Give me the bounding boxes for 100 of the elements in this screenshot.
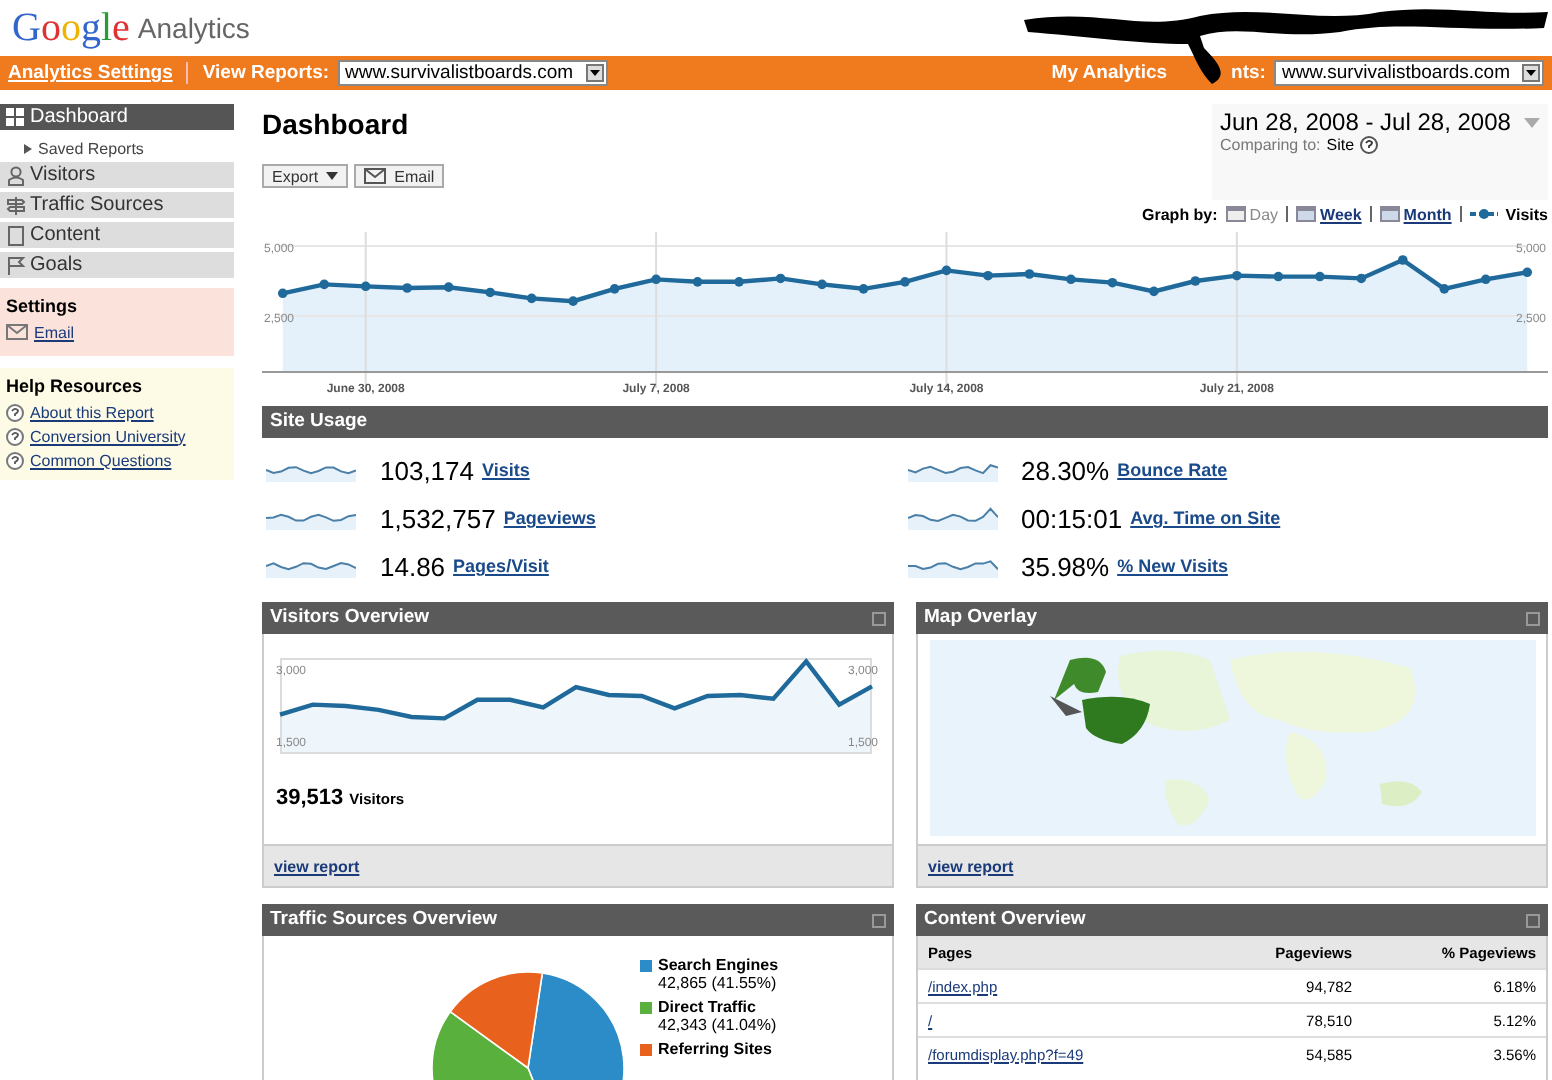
point [1439, 284, 1450, 294]
point [692, 277, 703, 287]
metric-link[interactable]: % New Visits [1117, 556, 1228, 576]
envelope-icon [364, 168, 387, 184]
export-button[interactable]: Export [262, 164, 349, 188]
metric-link[interactable]: Pages/Visit [453, 556, 549, 576]
graph-option[interactable]: Month [1379, 205, 1452, 223]
page-title: Dashboard [262, 108, 411, 140]
graph-option[interactable]: Day [1225, 205, 1279, 223]
panel-title: Traffic Sources Overview [270, 906, 498, 934]
close-icon[interactable] [872, 611, 886, 625]
email-link[interactable]: Email [34, 323, 75, 341]
point [775, 273, 786, 284]
help-title: Help Resources [6, 376, 145, 396]
point [1066, 274, 1076, 285]
point [1232, 270, 1242, 281]
metric-link[interactable]: Pageviews [503, 508, 596, 528]
calendar-icon [1296, 206, 1317, 222]
google-logo: Google [12, 5, 130, 51]
metric-value: 14.86 [380, 551, 446, 581]
help-link[interactable]: Common Questions [30, 451, 172, 469]
point [1315, 271, 1325, 282]
close-icon[interactable] [1526, 611, 1540, 625]
metric-link[interactable]: Avg. Time on Site [1130, 508, 1281, 528]
help-link[interactable]: Conversion University [30, 427, 186, 445]
point [1398, 255, 1408, 265]
metric-value: 103,174 [380, 455, 474, 485]
view-report-link[interactable]: view report [928, 858, 1014, 876]
legend-label: Direct Traffic [658, 998, 756, 1016]
metric-value: 28.30% [1021, 455, 1110, 485]
point [1149, 286, 1159, 297]
point [319, 279, 330, 290]
point [651, 274, 661, 285]
point [1273, 271, 1284, 282]
legend-detail: 42,343 (41.04%) [656, 1016, 779, 1034]
point [1024, 269, 1035, 279]
help-icon [6, 427, 24, 445]
panel-title: Visitors Overview [270, 604, 430, 632]
panel-title: Map Overlay [924, 604, 1037, 632]
grid-icon [6, 107, 26, 127]
visitor-count: 39,513 [276, 786, 344, 810]
expand-arrow-icon [24, 143, 32, 153]
saved-reports-link[interactable]: Saved Reports [0, 134, 234, 162]
comparing-value: Site [1326, 136, 1355, 154]
point [1522, 267, 1533, 278]
date-range-picker[interactable]: Jun 28, 2008 - Jul 28, 2008 Comparing to: Site [1212, 104, 1548, 200]
caret-icon [1524, 117, 1540, 127]
envelope-icon [6, 324, 28, 340]
help-icon [6, 451, 24, 469]
metric-value: 1,532,757 [380, 503, 496, 533]
calendar-icon [1379, 206, 1400, 222]
point [941, 265, 952, 276]
line-legend-icon [1469, 208, 1498, 220]
point [817, 279, 827, 290]
panel-title: Content Overview [924, 906, 1086, 934]
point [1190, 276, 1201, 286]
nav-item[interactable]: Traffic Sources [0, 192, 234, 218]
point [858, 284, 869, 294]
nav-item[interactable]: Goals [0, 252, 234, 278]
point [277, 288, 288, 299]
point [568, 296, 578, 306]
point [609, 284, 620, 294]
email-button[interactable]: Email [354, 164, 445, 188]
close-icon[interactable] [872, 913, 886, 927]
dropdown-arrow-icon [1522, 64, 1540, 82]
point [526, 293, 537, 304]
legend-label: Visits [1505, 205, 1548, 223]
help-link[interactable]: About this Report [30, 403, 154, 421]
point [1356, 273, 1367, 284]
point [734, 277, 744, 287]
sparkline [907, 554, 997, 578]
view-report-link[interactable]: view report [274, 858, 360, 876]
caret-icon [326, 172, 339, 180]
legend-detail: 42,865 (41.55%) [656, 974, 779, 992]
person-icon [6, 165, 26, 185]
view-reports-label: View Reports: [202, 62, 330, 84]
sparkline [907, 458, 997, 482]
accounts-label: nts: [1231, 62, 1266, 84]
close-icon[interactable] [1526, 913, 1540, 927]
help-icon [1360, 136, 1379, 154]
legend-label: Referring Sites [658, 1040, 772, 1058]
accounts-select[interactable]: www.survivalistboards.com [1273, 60, 1544, 86]
point [983, 270, 993, 281]
nav-item[interactable]: Dashboard [0, 104, 234, 130]
calendar-icon [1225, 206, 1246, 222]
legend-label: Search Engines [658, 956, 779, 974]
date-range: Jun 28, 2008 - Jul 28, 2008 [1220, 108, 1511, 136]
metric-link[interactable]: Bounce Rate [1117, 460, 1228, 480]
point [1107, 277, 1118, 288]
nav-item[interactable]: Content [0, 222, 234, 248]
point [485, 287, 495, 298]
view-reports-select[interactable]: www.survivalistboards.com [337, 60, 608, 86]
help-icon [6, 403, 24, 421]
metric-link[interactable]: Visits [482, 460, 530, 480]
flag-icon [6, 255, 26, 275]
dropdown-arrow-icon [585, 64, 604, 82]
accounts-label: My Analytics [1051, 62, 1168, 84]
metric-value: 00:15:01 [1021, 503, 1123, 533]
nav-item[interactable]: Visitors [0, 162, 234, 188]
graph-option[interactable]: Week [1296, 205, 1362, 223]
